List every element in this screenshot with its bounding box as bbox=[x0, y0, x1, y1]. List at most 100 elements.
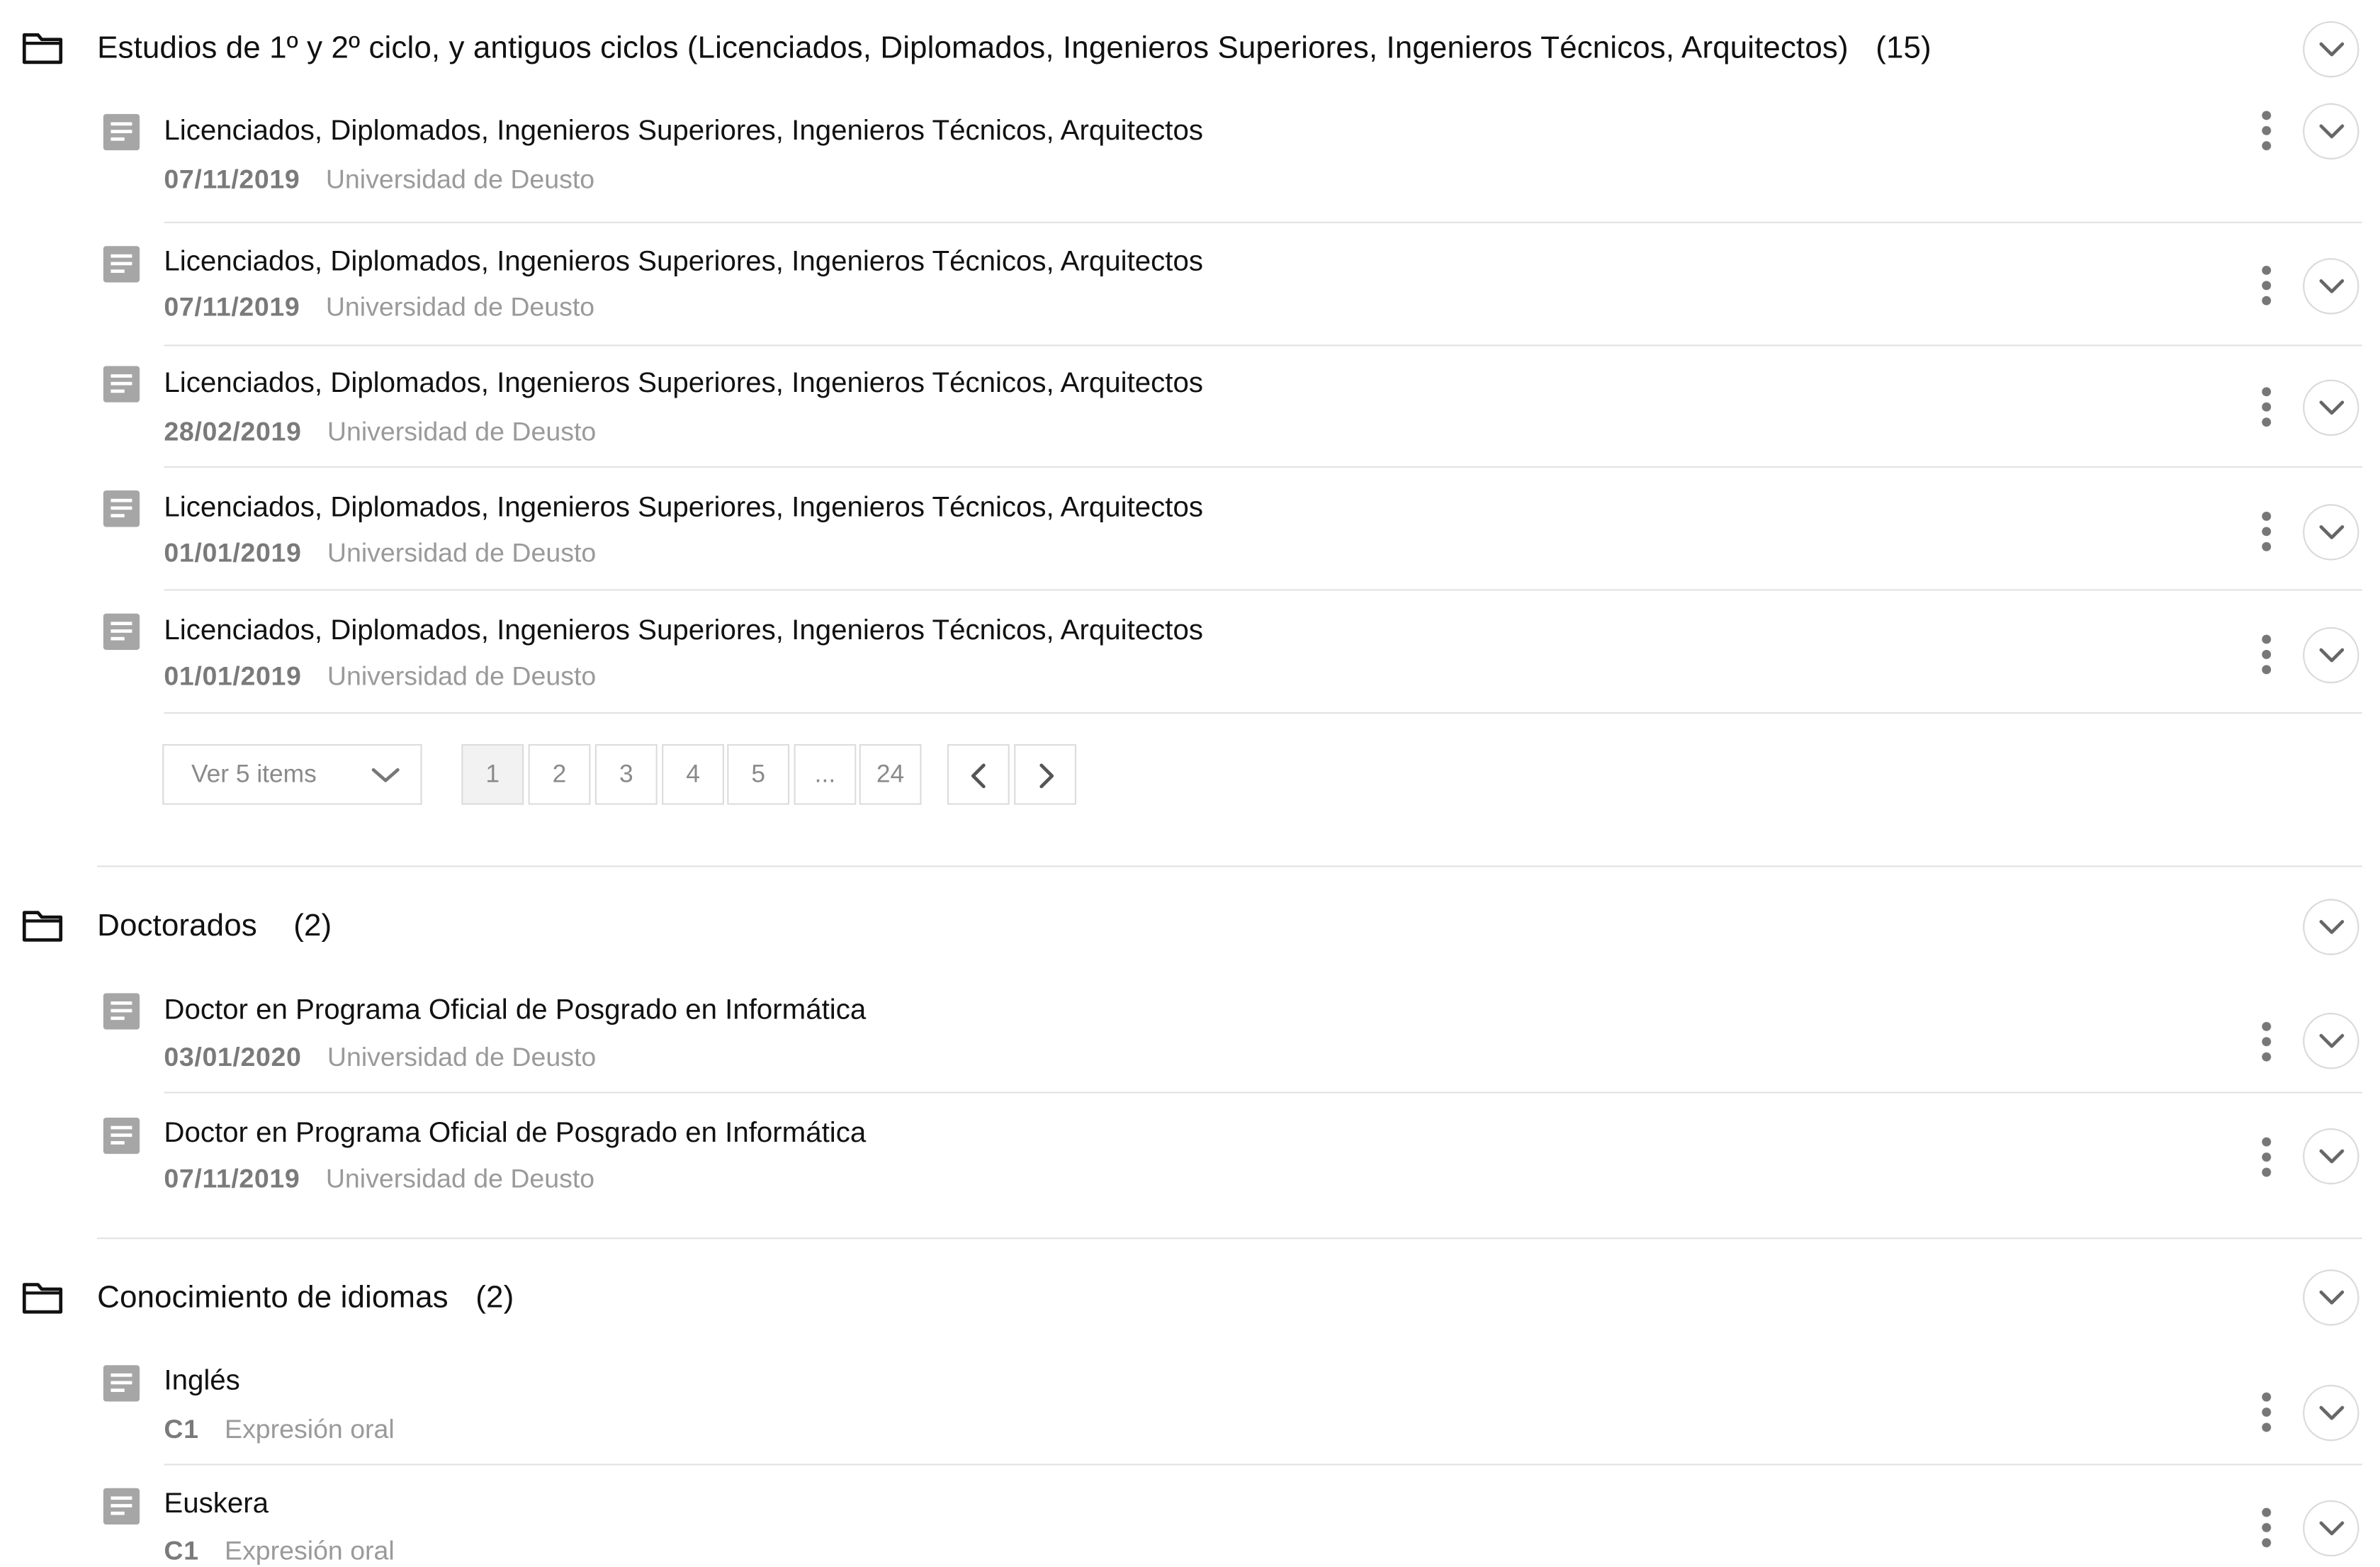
item-institution: Universidad de Deusto bbox=[325, 164, 595, 195]
document-icon bbox=[103, 113, 140, 151]
chevron-down-icon bbox=[2319, 920, 2345, 934]
item-expand-button[interactable] bbox=[2303, 504, 2359, 561]
folder-icon bbox=[22, 911, 63, 942]
chevron-down-icon bbox=[2319, 1033, 2345, 1048]
document-icon bbox=[103, 490, 140, 527]
more-options-button[interactable] bbox=[2256, 634, 2277, 678]
more-options-button[interactable] bbox=[2256, 1392, 2277, 1435]
item-institution: Universidad de Deusto bbox=[327, 660, 597, 691]
item-title: Licenciados, Diplomados, Ingenieros Supe… bbox=[164, 244, 1203, 276]
item-title: Licenciados, Diplomados, Ingenieros Supe… bbox=[164, 613, 1203, 646]
item-institution: Universidad de Deusto bbox=[327, 1041, 597, 1072]
more-options-button[interactable] bbox=[2256, 1137, 2277, 1180]
item-institution: Universidad de Deusto bbox=[327, 416, 597, 446]
page-ellipsis[interactable]: ... bbox=[794, 743, 857, 805]
item-expand-button[interactable] bbox=[2303, 1384, 2359, 1442]
chevron-right-icon bbox=[1039, 763, 1054, 789]
section-divider bbox=[97, 865, 2362, 867]
item-meta: 07/11/2019 Universidad de Deusto bbox=[164, 291, 594, 323]
section-expand-button[interactable] bbox=[2303, 1269, 2359, 1326]
item-title: Doctor en Programa Oficial de Posgrado e… bbox=[164, 1116, 867, 1148]
item-title: Licenciados, Diplomados, Ingenieros Supe… bbox=[164, 490, 1203, 523]
item-date: 03/01/2020 bbox=[164, 1041, 302, 1072]
item-expand-button[interactable] bbox=[2303, 258, 2359, 315]
divider bbox=[164, 712, 2362, 714]
item-date: 01/01/2019 bbox=[164, 537, 302, 568]
chevron-down-icon bbox=[2319, 124, 2345, 139]
item-meta: C1 Expresión oral bbox=[164, 1414, 394, 1446]
item-expand-button[interactable] bbox=[2303, 1013, 2359, 1069]
more-options-button[interactable] bbox=[2256, 1507, 2277, 1551]
chevron-down-icon bbox=[2319, 1521, 2345, 1536]
more-options-button[interactable] bbox=[2256, 1021, 2277, 1065]
page-button-2[interactable]: 2 bbox=[528, 743, 591, 805]
page-button-4[interactable]: 4 bbox=[662, 743, 724, 805]
section-title-text: Doctorados bbox=[97, 908, 257, 943]
section-divider bbox=[97, 1237, 2362, 1240]
item-institution: Universidad de Deusto bbox=[325, 291, 595, 322]
item-title: Doctor en Programa Oficial de Posgrado e… bbox=[164, 993, 867, 1026]
section-expand-button[interactable] bbox=[2303, 899, 2359, 955]
more-options-button[interactable] bbox=[2256, 111, 2277, 153]
divider bbox=[164, 1091, 2362, 1094]
document-icon bbox=[103, 1117, 140, 1155]
section-title-text: Conocimiento de idiomas bbox=[97, 1280, 449, 1315]
item-title: Licenciados, Diplomados, Ingenieros Supe… bbox=[164, 366, 1203, 398]
item-meta: 28/02/2019 Universidad de Deusto bbox=[164, 416, 596, 448]
divider bbox=[164, 589, 2362, 591]
section-expand-button[interactable] bbox=[2303, 21, 2359, 78]
item-level: C1 bbox=[164, 1535, 199, 1566]
document-icon bbox=[103, 366, 140, 403]
more-options-button[interactable] bbox=[2256, 265, 2277, 308]
item-expand-button[interactable] bbox=[2303, 1500, 2359, 1557]
section-title: Estudios de 1º y 2º ciclo, y antiguos ci… bbox=[97, 30, 1931, 67]
folder-icon bbox=[22, 33, 63, 64]
prev-page-button[interactable] bbox=[947, 743, 1010, 805]
item-meta: 07/11/2019 Universidad de Deusto bbox=[164, 164, 594, 196]
page-button-3[interactable]: 3 bbox=[594, 743, 658, 805]
folder-icon bbox=[22, 1283, 63, 1314]
chevron-down-icon bbox=[2319, 525, 2345, 539]
item-date: 07/11/2019 bbox=[164, 291, 300, 322]
page-button-5[interactable]: 5 bbox=[727, 743, 790, 805]
page-size-label: Ver 5 items bbox=[191, 760, 317, 788]
divider bbox=[164, 344, 2362, 347]
page-button-last[interactable]: 24 bbox=[859, 743, 922, 805]
chevron-down-icon bbox=[2319, 648, 2345, 663]
page-button-1[interactable]: 1 bbox=[461, 743, 524, 805]
item-meta: 01/01/2019 Universidad de Deusto bbox=[164, 537, 596, 569]
item-level: C1 bbox=[164, 1413, 199, 1444]
section-count: (2) bbox=[475, 1280, 514, 1315]
item-skill: Expresión oral bbox=[225, 1413, 395, 1444]
divider bbox=[164, 466, 2362, 468]
chevron-down-icon bbox=[2319, 279, 2345, 293]
item-expand-button[interactable] bbox=[2303, 627, 2359, 684]
item-meta: 01/01/2019 Universidad de Deusto bbox=[164, 661, 596, 692]
divider bbox=[164, 221, 2362, 223]
item-meta: 03/01/2020 Universidad de Deusto bbox=[164, 1042, 596, 1074]
item-institution: Universidad de Deusto bbox=[325, 1163, 595, 1194]
item-expand-button[interactable] bbox=[2303, 379, 2359, 436]
item-meta: 07/11/2019 Universidad de Deusto bbox=[164, 1163, 594, 1195]
item-expand-button[interactable] bbox=[2303, 1128, 2359, 1185]
item-title: Licenciados, Diplomados, Ingenieros Supe… bbox=[164, 113, 1203, 146]
page-size-select[interactable]: Ver 5 items bbox=[162, 743, 422, 805]
section-title: Doctorados (2) bbox=[97, 908, 332, 944]
document-icon bbox=[103, 246, 140, 283]
divider bbox=[164, 1464, 2362, 1466]
document-icon bbox=[103, 993, 140, 1030]
document-icon bbox=[103, 1488, 140, 1525]
item-skill: Expresión oral bbox=[225, 1535, 395, 1566]
chevron-down-icon bbox=[2319, 1149, 2345, 1164]
more-options-button[interactable] bbox=[2256, 387, 2277, 429]
next-page-button[interactable] bbox=[1014, 743, 1077, 805]
chevron-down-icon bbox=[2319, 400, 2345, 415]
item-title: Inglés bbox=[164, 1363, 240, 1395]
item-title: Euskera bbox=[164, 1486, 269, 1519]
item-date: 28/02/2019 bbox=[164, 416, 302, 446]
chevron-left-icon bbox=[971, 763, 986, 789]
more-options-button[interactable] bbox=[2256, 512, 2277, 554]
chevron-down-icon bbox=[2319, 1290, 2345, 1305]
item-expand-button[interactable] bbox=[2303, 103, 2359, 159]
item-date: 07/11/2019 bbox=[164, 1163, 300, 1194]
